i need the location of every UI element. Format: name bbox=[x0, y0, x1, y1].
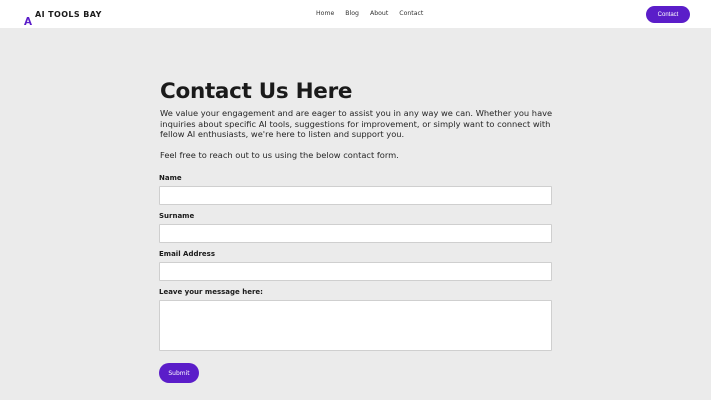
name-label: Name bbox=[159, 174, 182, 182]
logo-text: AI TOOLS BAY bbox=[35, 9, 102, 19]
nav-home[interactable]: Home bbox=[316, 10, 334, 17]
main-nav: Home Blog About Contact bbox=[316, 10, 423, 17]
contact-section: Contact Us Here We value your engagement… bbox=[0, 28, 711, 400]
nav-about[interactable]: About bbox=[370, 10, 388, 17]
message-label: Leave your message here: bbox=[159, 288, 263, 296]
surname-field[interactable] bbox=[159, 224, 552, 243]
message-field[interactable] bbox=[159, 300, 552, 351]
intro-text: We value your engagement and are eager t… bbox=[160, 108, 553, 140]
site-logo[interactable]: AI TOOLS BAY bbox=[24, 9, 102, 25]
form-instructions: Feel free to reach out to us using the b… bbox=[160, 150, 399, 160]
site-header: AI TOOLS BAY Home Blog About Contact Con… bbox=[0, 0, 711, 28]
submit-button[interactable]: Submit bbox=[159, 363, 199, 383]
email-field[interactable] bbox=[159, 262, 552, 281]
nav-blog[interactable]: Blog bbox=[345, 10, 359, 17]
contact-button[interactable]: Contact bbox=[646, 6, 690, 23]
page-title: Contact Us Here bbox=[160, 79, 353, 104]
nav-contact[interactable]: Contact bbox=[399, 10, 423, 17]
surname-label: Surname bbox=[159, 212, 195, 220]
ai-logo-icon bbox=[24, 10, 33, 25]
name-field[interactable] bbox=[159, 186, 552, 205]
email-label: Email Address bbox=[159, 250, 216, 258]
